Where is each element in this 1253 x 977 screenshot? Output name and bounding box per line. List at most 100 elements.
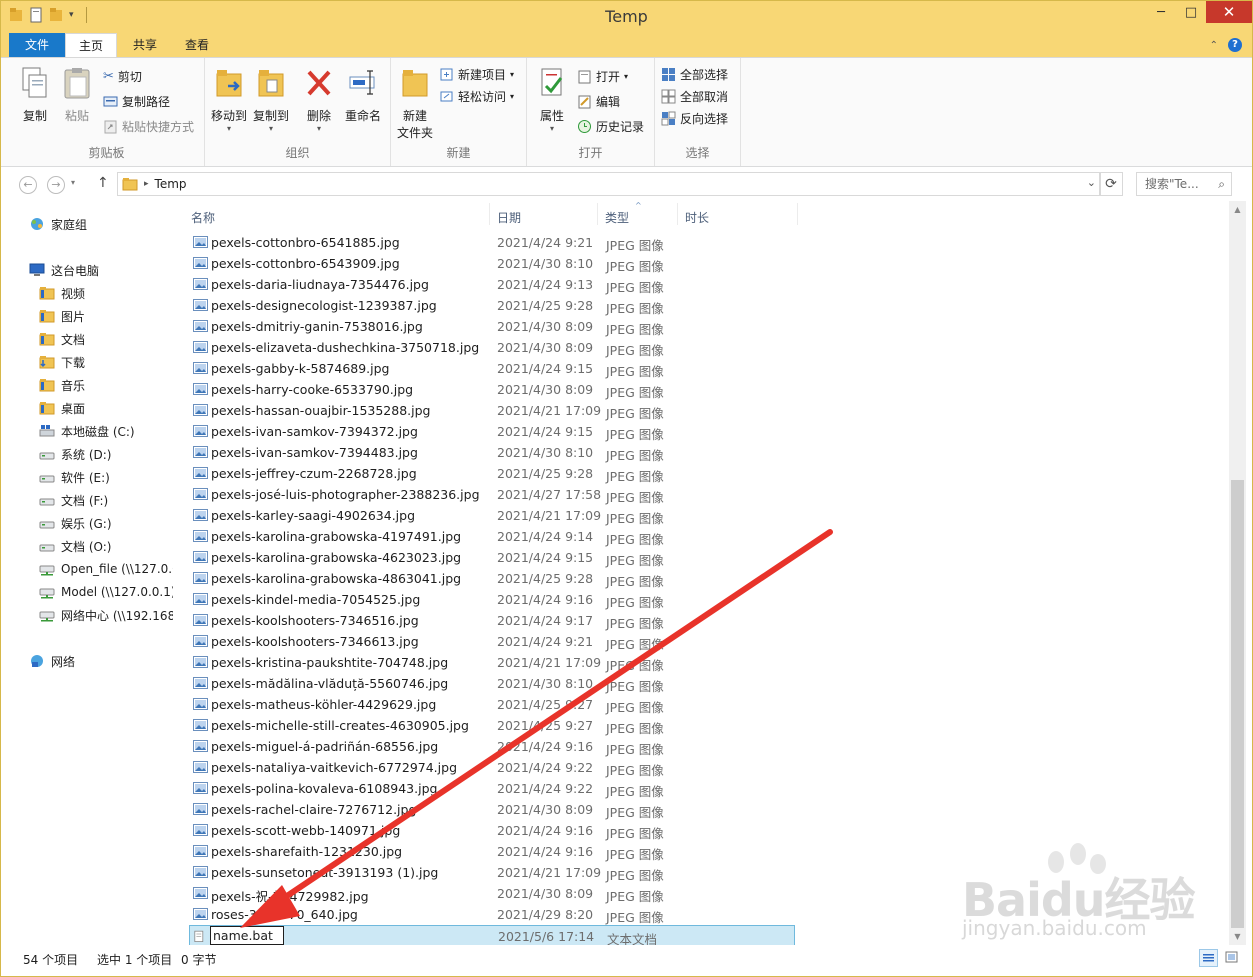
invert-selection-button[interactable]: 反向选择: [661, 110, 728, 127]
file-row[interactable]: pexels-gabby-k-5874689.jpg 2021/4/24 9:15…: [189, 358, 795, 379]
vertical-scrollbar[interactable]: ▲ ▼: [1229, 201, 1246, 945]
properties-button[interactable]: 属性 ▾: [533, 66, 571, 133]
nav-this-pc[interactable]: 这台电脑: [29, 259, 99, 281]
new-item-button[interactable]: 新建项目 ▾: [439, 66, 514, 83]
file-row[interactable]: pexels-nataliya-vaitkevich-6772974.jpg 20…: [189, 757, 795, 778]
delete-button[interactable]: 删除 ▾: [301, 66, 337, 133]
copy-to-button[interactable]: 复制到 ▾: [249, 66, 293, 133]
file-row[interactable]: pexels-daria-liudnaya-7354476.jpg 2021/4/…: [189, 274, 795, 295]
file-row[interactable]: pexels-ivan-samkov-7394483.jpg 2021/4/30 …: [189, 442, 795, 463]
file-row[interactable]: pexels-mădălina-vlăduță-5560746.jpg 2021/…: [189, 673, 795, 694]
file-row[interactable]: pexels-cottonbro-6541885.jpg 2021/4/24 9:…: [189, 232, 795, 253]
history-button[interactable]: 历史记录: [577, 118, 644, 135]
tab-view[interactable]: 查看: [171, 33, 223, 57]
nav-item[interactable]: 文档: [39, 328, 85, 350]
file-row[interactable]: pexels-dmitriy-ganin-7538016.jpg 2021/4/3…: [189, 316, 795, 337]
file-row[interactable]: pexels-michelle-still-creates-4630905.jp…: [189, 715, 795, 736]
file-row[interactable]: pexels-sunsetonedt-3913193 (1).jpg 2021/4…: [189, 862, 795, 883]
nav-item[interactable]: 娱乐 (G:): [39, 512, 112, 534]
file-row[interactable]: pexels-祝-赫-4729982.jpg 2021/4/30 8:09 JPEG…: [189, 883, 795, 904]
nav-item[interactable]: Open_file (\\127.0.0: [39, 558, 173, 580]
file-row[interactable]: pexels-karolina-grabowska-4197491.jpg 202…: [189, 526, 795, 547]
move-to-button[interactable]: 移动到 ▾: [207, 66, 251, 133]
column-separator[interactable]: [797, 203, 798, 225]
address-dropdown-icon[interactable]: ⌄: [1087, 176, 1096, 189]
column-separator[interactable]: [597, 203, 598, 225]
file-row[interactable]: pexels-koolshooters-7346613.jpg 2021/4/24…: [189, 631, 795, 652]
nav-item[interactable]: 本地磁盘 (C:): [39, 420, 135, 442]
recent-locations-icon[interactable]: ▾: [71, 178, 75, 187]
file-row[interactable]: pexels-polina-kovaleva-6108943.jpg 2021/4…: [189, 778, 795, 799]
column-header-name[interactable]: 名称: [191, 209, 215, 229]
paste-shortcut-button[interactable]: 粘贴快捷方式: [103, 118, 194, 135]
file-row[interactable]: pexels-karley-saagi-4902634.jpg 2021/4/21…: [189, 505, 795, 526]
tab-file[interactable]: 文件: [9, 33, 65, 57]
breadcrumb-temp[interactable]: Temp: [155, 177, 187, 191]
file-row[interactable]: pexels-jeffrey-czum-2268728.jpg 2021/4/25…: [189, 463, 795, 484]
nav-item[interactable]: Model (\\127.0.0.1): [39, 581, 173, 603]
easy-access-button[interactable]: 轻松访问 ▾: [439, 88, 514, 105]
file-row[interactable]: roses-3520770_640.jpg 2021/4/29 8:20 JPEG …: [189, 904, 795, 925]
search-icon[interactable]: ⌕: [1218, 173, 1225, 195]
file-row[interactable]: pexels-kristina-paukshtite-704748.jpg 202…: [189, 652, 795, 673]
address-bar[interactable]: ▸ Temp ⌄: [117, 172, 1101, 196]
help-icon[interactable]: ?: [1228, 38, 1242, 52]
copy-button[interactable]: 复制: [17, 66, 53, 124]
paste-button[interactable]: 粘贴: [59, 66, 95, 124]
tab-home[interactable]: 主页: [65, 33, 117, 57]
rename-input[interactable]: name.bat: [210, 926, 284, 945]
nav-item[interactable]: 图片: [39, 305, 85, 327]
maximize-button[interactable]: □: [1176, 1, 1206, 23]
rename-button[interactable]: 重命名: [341, 66, 385, 124]
details-view-button[interactable]: [1199, 949, 1218, 967]
column-separator[interactable]: [489, 203, 490, 225]
file-row[interactable]: pexels-miguel-á-padriñán-68556.jpg 2021/4…: [189, 736, 795, 757]
large-icons-view-button[interactable]: [1223, 949, 1242, 967]
file-row[interactable]: pexels-sharefaith-1231230.jpg 2021/4/24 9…: [189, 841, 795, 862]
open-button[interactable]: 打开 ▾: [577, 68, 628, 85]
nav-item[interactable]: 文档 (F:): [39, 489, 108, 511]
file-row[interactable]: pexels-scott-webb-140971.jpg 2021/4/24 9:…: [189, 820, 795, 841]
nav-item[interactable]: 音乐: [39, 374, 85, 396]
column-header-type[interactable]: 类型: [605, 209, 629, 229]
select-all-button[interactable]: 全部选择: [661, 66, 728, 83]
tab-share[interactable]: 共享: [119, 33, 171, 57]
close-button[interactable]: ✕: [1206, 1, 1252, 23]
column-header-duration[interactable]: 时长: [685, 209, 709, 229]
file-row[interactable]: pexels-josé-luis-photographer-2388236.jp…: [189, 484, 795, 505]
file-row[interactable]: pexels-hassan-ouajbir-1535288.jpg 2021/4/…: [189, 400, 795, 421]
file-row[interactable]: pexels-cottonbro-6543909.jpg 2021/4/30 8:…: [189, 253, 795, 274]
column-separator[interactable]: [677, 203, 678, 225]
copy-path-button[interactable]: 复制路径: [103, 93, 170, 110]
nav-homegroup[interactable]: 家庭组: [29, 213, 87, 235]
minimize-button[interactable]: ─: [1146, 1, 1176, 23]
scroll-up-icon[interactable]: ▲: [1229, 201, 1246, 218]
file-row[interactable]: pexels-designecologist-1239387.jpg 2021/4…: [189, 295, 795, 316]
file-row[interactable]: pexels-karolina-grabowska-4623023.jpg 202…: [189, 547, 795, 568]
nav-item[interactable]: 系统 (D:): [39, 443, 111, 465]
back-button[interactable]: ←: [19, 176, 37, 194]
nav-item[interactable]: 下载: [39, 351, 85, 373]
search-box[interactable]: 搜索"Te... ⌕: [1136, 172, 1232, 196]
nav-item[interactable]: 视频: [39, 282, 85, 304]
selected-file-row[interactable]: name.bat 2021/5/6 17:14 文本文档: [189, 925, 795, 945]
forward-button[interactable]: →: [47, 176, 65, 194]
file-row[interactable]: pexels-matheus-köhler-4429629.jpg 2021/4/…: [189, 694, 795, 715]
nav-item[interactable]: 文档 (O:): [39, 535, 111, 557]
file-row[interactable]: pexels-rachel-claire-7276712.jpg 2021/4/3…: [189, 799, 795, 820]
nav-item[interactable]: 软件 (E:): [39, 466, 110, 488]
nav-item[interactable]: 桌面: [39, 397, 85, 419]
up-button[interactable]: ↑: [97, 175, 109, 191]
scrollbar-thumb[interactable]: [1231, 480, 1244, 928]
refresh-button[interactable]: ⟳: [1099, 172, 1123, 196]
edit-button[interactable]: 编辑: [577, 93, 620, 110]
new-folder-button[interactable]: 新建 文件夹: [395, 66, 435, 141]
nav-network[interactable]: 网络: [29, 650, 75, 672]
nav-item[interactable]: 网络中心 (\\192.168: [39, 604, 173, 626]
cut-button[interactable]: ✂ 剪切: [103, 68, 142, 85]
expand-ribbon-icon[interactable]: ⌃: [1210, 40, 1218, 51]
file-row[interactable]: pexels-kindel-media-7054525.jpg 2021/4/24…: [189, 589, 795, 610]
file-row[interactable]: pexels-elizaveta-dushechkina-3750718.jpg…: [189, 337, 795, 358]
file-row[interactable]: pexels-koolshooters-7346516.jpg 2021/4/24…: [189, 610, 795, 631]
scroll-down-icon[interactable]: ▼: [1229, 928, 1246, 945]
